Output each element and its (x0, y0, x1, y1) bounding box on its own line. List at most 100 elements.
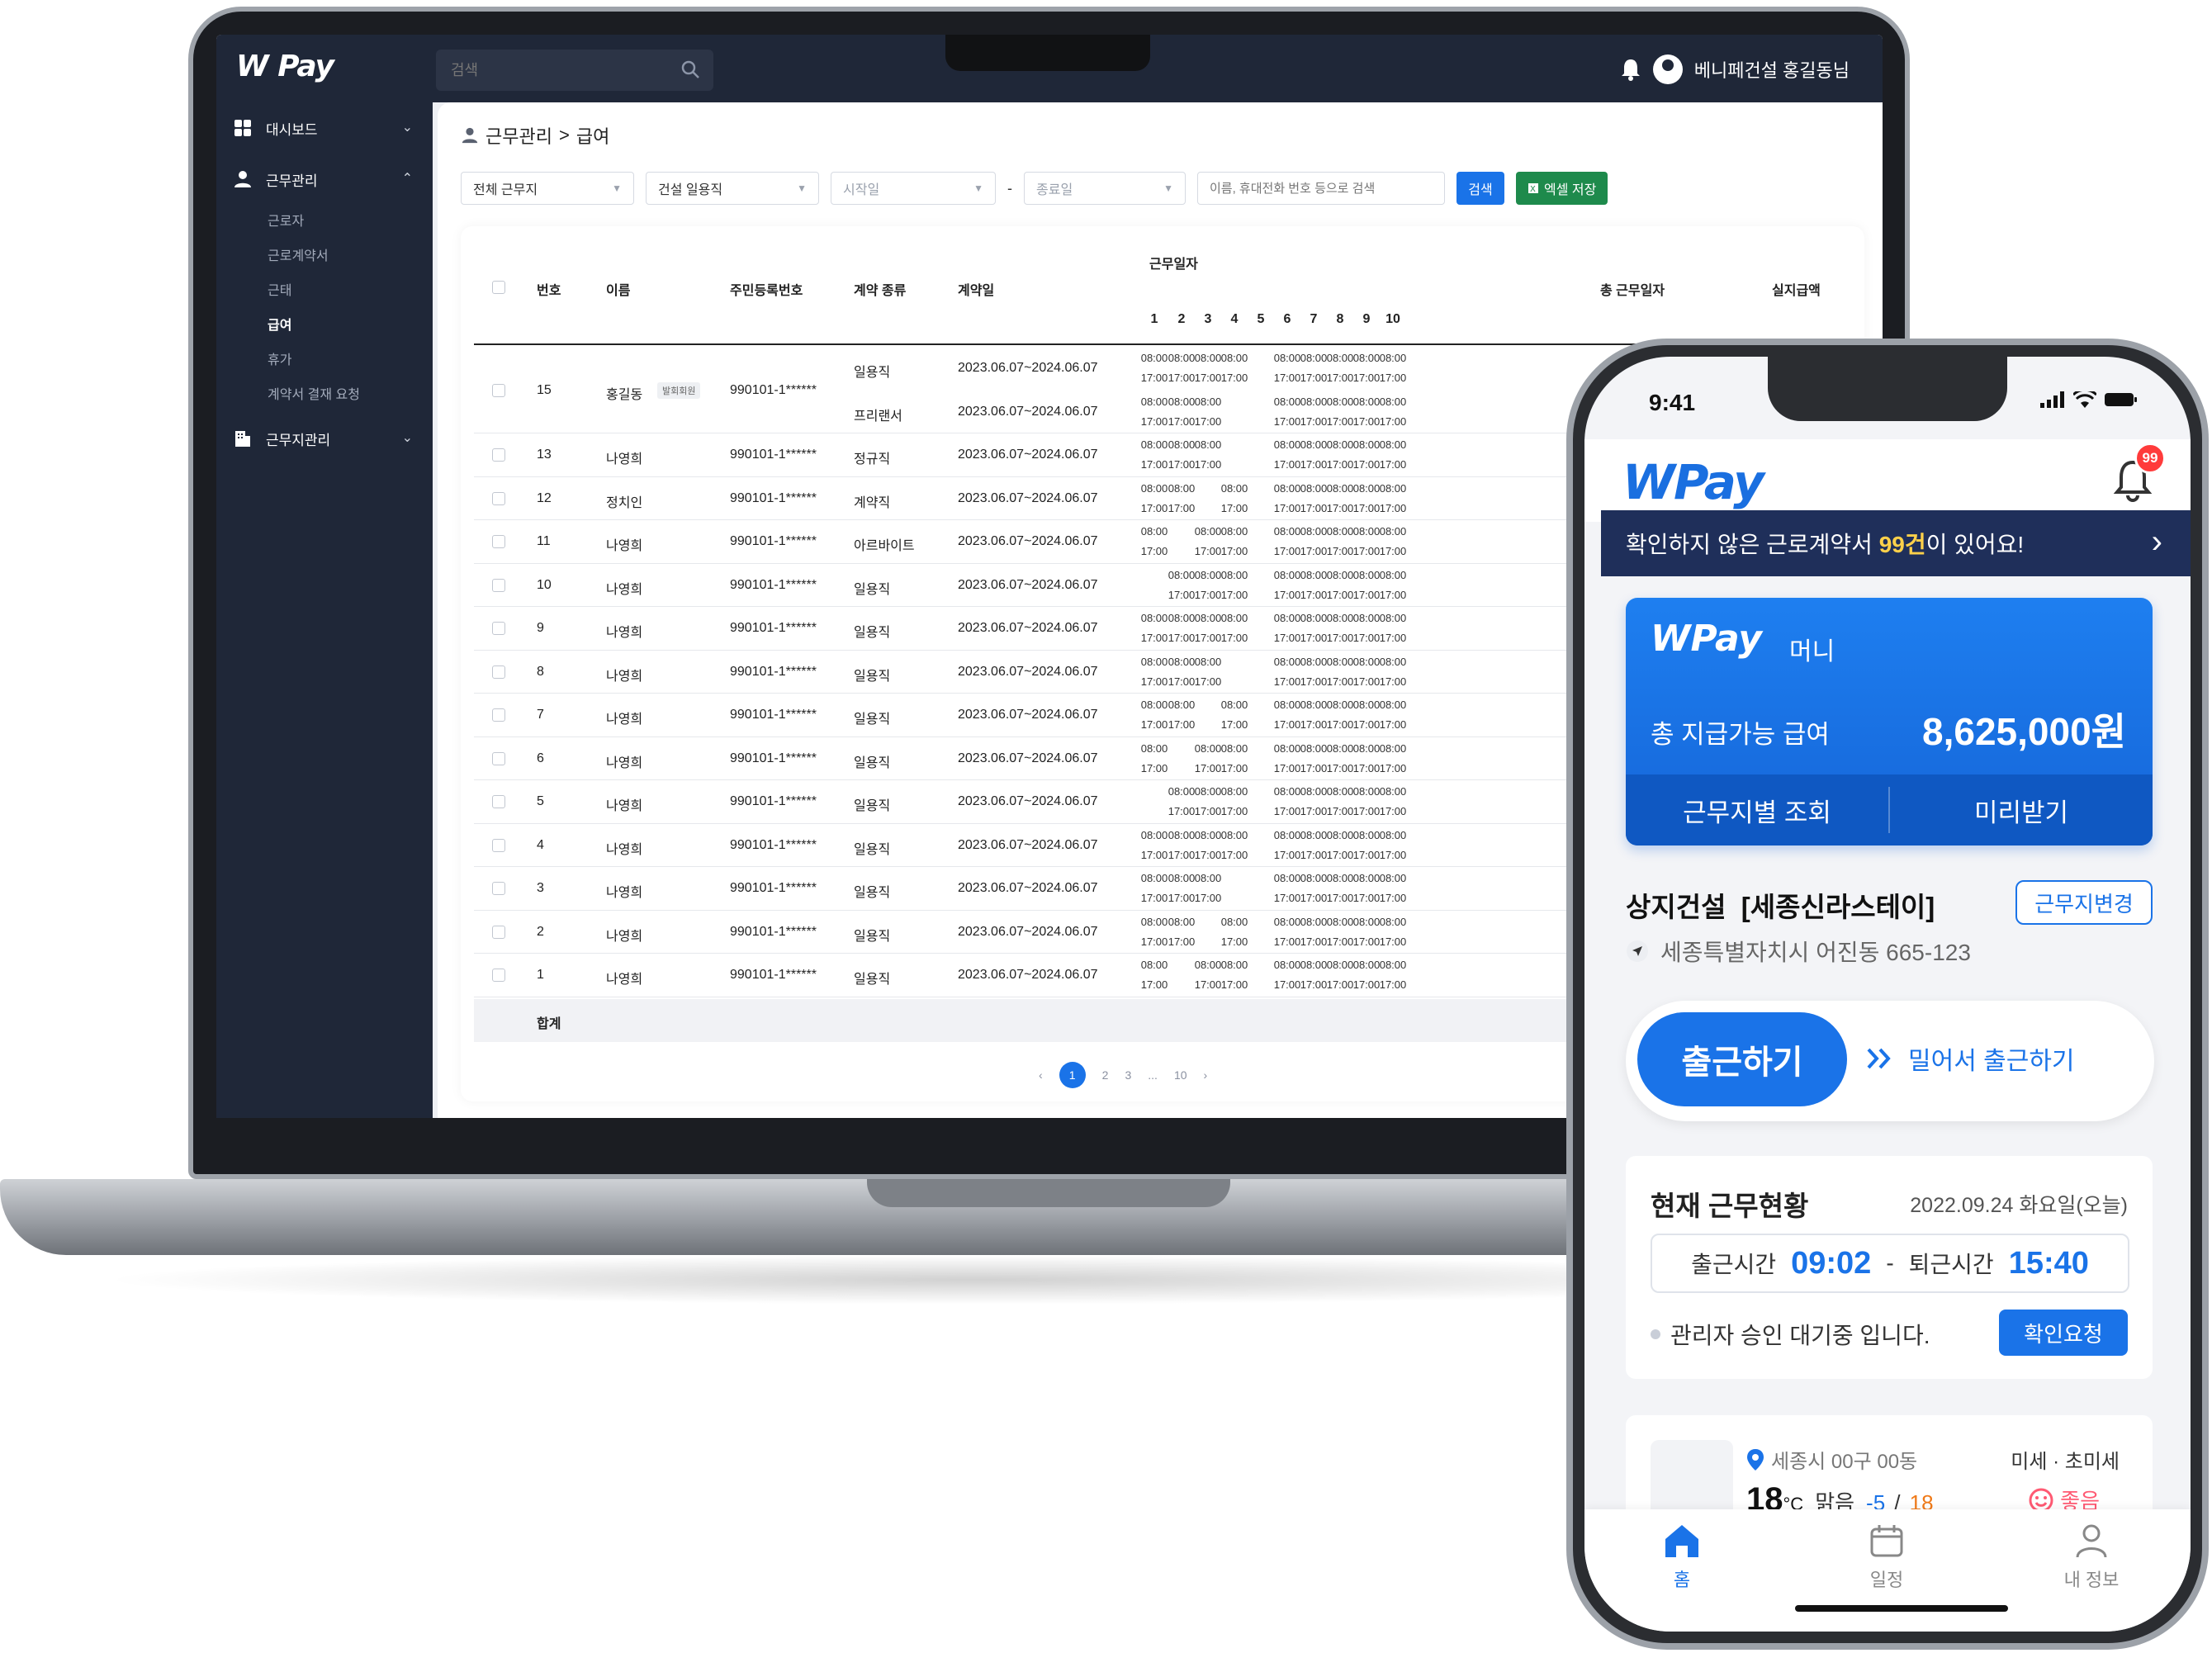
commute-slider[interactable]: 출근하기 밀어서 출근하기 (1626, 1001, 2154, 1121)
view-by-site-button[interactable]: 근무지별 조회 (1626, 792, 1888, 829)
time-in: 08:00 (1379, 438, 1407, 451)
row-checkbox[interactable] (492, 383, 505, 397)
time-in: 08:00 (1220, 568, 1248, 581)
sidebar-sub-vacation[interactable]: 휴가 (216, 343, 433, 378)
row-checkbox[interactable] (492, 925, 505, 939)
tab-schedule[interactable]: 일정 (1837, 1523, 1936, 1592)
select-all-checkbox[interactable] (492, 281, 505, 294)
sidebar-sub-payroll[interactable]: 급여 (216, 309, 433, 343)
next-page-button[interactable]: › (1204, 1068, 1208, 1082)
prev-page-button[interactable]: ‹ (1039, 1068, 1043, 1082)
app-logo[interactable]: W Pay (236, 50, 334, 83)
col-contract-date[interactable]: 계약일 (958, 279, 994, 299)
keyword-search-input[interactable] (1197, 172, 1445, 205)
time-out: 17:00 (1379, 848, 1407, 861)
work-time: 08:00 17:00 (1190, 652, 1226, 692)
page-1[interactable]: 1 (1059, 1062, 1086, 1088)
user-icon (2076, 1524, 2107, 1558)
row-checkbox[interactable] (492, 751, 505, 765)
breadcrumb-parent[interactable]: 근무관리 (486, 122, 552, 149)
page-3[interactable]: 3 (1125, 1068, 1131, 1082)
time-out: 17:00 (1220, 805, 1248, 817)
search-button[interactable]: 검색 (1457, 172, 1504, 205)
col-no[interactable]: 번호 (537, 279, 561, 299)
sidebar-item-work-mgmt[interactable]: 근무관리 ⌃ (216, 154, 433, 205)
row-checkbox[interactable] (492, 838, 505, 852)
sidebar-item-site-mgmt[interactable]: 근무지관리 ⌄ (216, 413, 433, 464)
excel-save-button[interactable]: X 엑셀 저장 (1516, 172, 1608, 205)
time-out: 17:00 (1379, 414, 1407, 428)
col-rrn[interactable]: 주민등록번호 (730, 279, 803, 299)
row-checkbox[interactable] (492, 665, 505, 679)
row-checkbox[interactable] (492, 622, 505, 636)
sidebar-sub-contracts[interactable]: 근로계약서 (216, 239, 433, 274)
start-date-select[interactable]: 시작일 ▼ (831, 172, 996, 205)
pagination: ‹ 1 2 3 ... 10 › (1039, 1062, 1207, 1088)
sidebar-sub-attendance[interactable]: 근태 (216, 274, 433, 309)
row-contract-date: 2023.06.07~2024.06.07 (958, 751, 1098, 765)
sidebar-item-dashboard[interactable]: 대시보드 ⌄ (216, 102, 433, 154)
signal-icon (2040, 391, 2064, 408)
time-out: 17:00 (1220, 501, 1248, 514)
dust-label: 미세 · 초미세 (2011, 1451, 2120, 1473)
check-in-button[interactable]: 출근하기 (1637, 1012, 1847, 1106)
row-name: 나영희 (606, 669, 643, 684)
row-rrn: 990101-1****** (730, 534, 817, 549)
bell-icon[interactable] (1620, 58, 1641, 81)
work-time: 08:00 17:00 (1163, 479, 1200, 519)
row-no: 15 (537, 382, 552, 397)
excel-save-label: 엑셀 저장 (1544, 183, 1597, 197)
row-checkbox[interactable] (492, 795, 505, 809)
col-name[interactable]: 이름 (606, 279, 630, 299)
change-site-button[interactable]: 근무지변경 (2015, 880, 2153, 925)
row-rrn: 990101-1****** (730, 708, 817, 722)
end-date-select[interactable]: 종료일 ▼ (1024, 172, 1186, 205)
request-confirm-button[interactable]: 확인요청 (1999, 1310, 2128, 1356)
time-out: 17:00 (1140, 761, 1168, 774)
row-checkbox[interactable] (492, 708, 505, 722)
time-in: 08:00 (1220, 741, 1248, 755)
tab-my-info[interactable]: 내 정보 (2042, 1523, 2141, 1592)
row-contract-type: 일용직 (854, 582, 891, 597)
row-no: 10 (537, 577, 552, 592)
time-out: 17:00 (1379, 588, 1407, 601)
row-contract-type: 일용직 (854, 973, 891, 988)
avatar[interactable] (1652, 54, 1683, 84)
row-rrn: 990101-1****** (730, 881, 817, 896)
unread-contract-notice[interactable]: 확인하지 않은 근로계약서 99건 이 있어요! › (1601, 510, 2191, 576)
row-name: 정치인 (606, 495, 643, 510)
app-logo[interactable]: WPay (1622, 454, 1764, 510)
row-checkbox[interactable] (492, 578, 505, 592)
col-contract-type[interactable]: 계약 종류 (854, 279, 906, 299)
row-contract-type: 일용직 (854, 929, 891, 944)
page-10[interactable]: 10 (1174, 1068, 1187, 1082)
work-status-card: 현재 근무현황 2022.09.24 화요일(오늘) 출근시간 09:02 - … (1626, 1156, 2153, 1379)
tab-home[interactable]: 홈 (1632, 1523, 1731, 1592)
sidebar-sub-workers[interactable]: 근로자 (216, 205, 433, 239)
weather-location-text: 세종시 00구 00동 (1771, 1451, 1918, 1473)
col-total-days[interactable]: 총 근무일자 (1600, 279, 1665, 299)
col-actual-pay[interactable]: 실지급액 (1772, 279, 1821, 299)
search-input[interactable] (436, 50, 667, 91)
check-out-label: 퇴근시간 (1908, 1252, 1994, 1277)
row-checkbox[interactable] (492, 448, 505, 462)
search-icon[interactable] (680, 59, 700, 79)
page-2[interactable]: 2 (1102, 1068, 1109, 1082)
time-in: 08:00 (1194, 438, 1222, 451)
worker-type-select[interactable]: 건설 일용직 ▼ (646, 172, 819, 205)
site-select[interactable]: 전체 근무지 ▼ (461, 172, 634, 205)
work-time: 08:00 17:00 (1163, 695, 1200, 735)
slide-to-check-in[interactable]: 밀어서 출근하기 (1865, 1040, 2075, 1077)
work-status-title: 현재 근무현황 (1651, 1191, 1809, 1221)
row-checkbox[interactable] (492, 491, 505, 505)
advance-pay-button[interactable]: 미리받기 (1890, 792, 2153, 829)
row-checkbox[interactable] (492, 535, 505, 549)
row-checkbox[interactable] (492, 882, 505, 896)
chevron-up-icon: ⌃ (401, 172, 413, 186)
row-checkbox[interactable] (492, 969, 505, 983)
user-name[interactable]: 베니페건설 홍길동님 (1694, 56, 1850, 83)
work-status-date: 2022.09.24 화요일(오늘) (1910, 1194, 2128, 1217)
sidebar-sub-approval[interactable]: 계약서 결재 요청 (216, 378, 433, 413)
work-time: 08:00 17:00 (1216, 739, 1253, 779)
global-search[interactable] (436, 50, 713, 91)
